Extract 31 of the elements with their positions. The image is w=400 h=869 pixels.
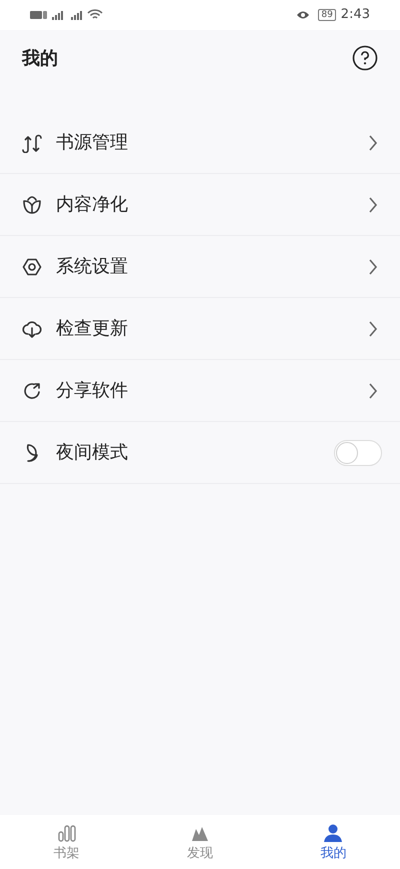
hexagon-gear-icon [22,256,42,276]
cloud-download-icon [22,318,42,338]
menu-label: 检查更新 [56,317,129,341]
battery-indicator: 89 [318,9,336,21]
menu-item[interactable]: 系统设置 [0,236,400,298]
tab-item[interactable]: 我的 [266,815,400,869]
toggle-switch[interactable] [334,440,382,466]
menu-item[interactable]: 分享软件 [0,360,400,422]
menu-label: 系统设置 [56,255,129,279]
setting-row[interactable]: 夜间模式 [0,422,400,484]
menu-item[interactable]: 内容净化 [0,174,400,236]
menu-item[interactable]: 检查更新 [0,298,400,360]
status-time: 2:43 [340,6,370,24]
menu-label: 分享软件 [56,379,129,403]
menu-label: 书源管理 [56,131,129,155]
help-icon[interactable] [352,45,378,71]
menu-label: 夜间模式 [56,441,129,465]
bar-chart-icon [56,822,77,842]
swap-arrows-icon [22,132,42,152]
chevron-right-icon [368,258,378,276]
chevron-right-icon [368,320,378,338]
menu-label: 内容净化 [56,193,129,217]
chevron-right-icon [368,196,378,214]
leaf-icon [22,194,42,214]
eye-icon [296,10,310,20]
chevron-right-icon [368,382,378,400]
menu-item[interactable]: 书源管理 [0,112,400,174]
refresh-arrow-icon [22,380,42,400]
chevron-right-icon [368,134,378,152]
person-icon [323,822,344,842]
page-title: 我的 [22,46,58,70]
